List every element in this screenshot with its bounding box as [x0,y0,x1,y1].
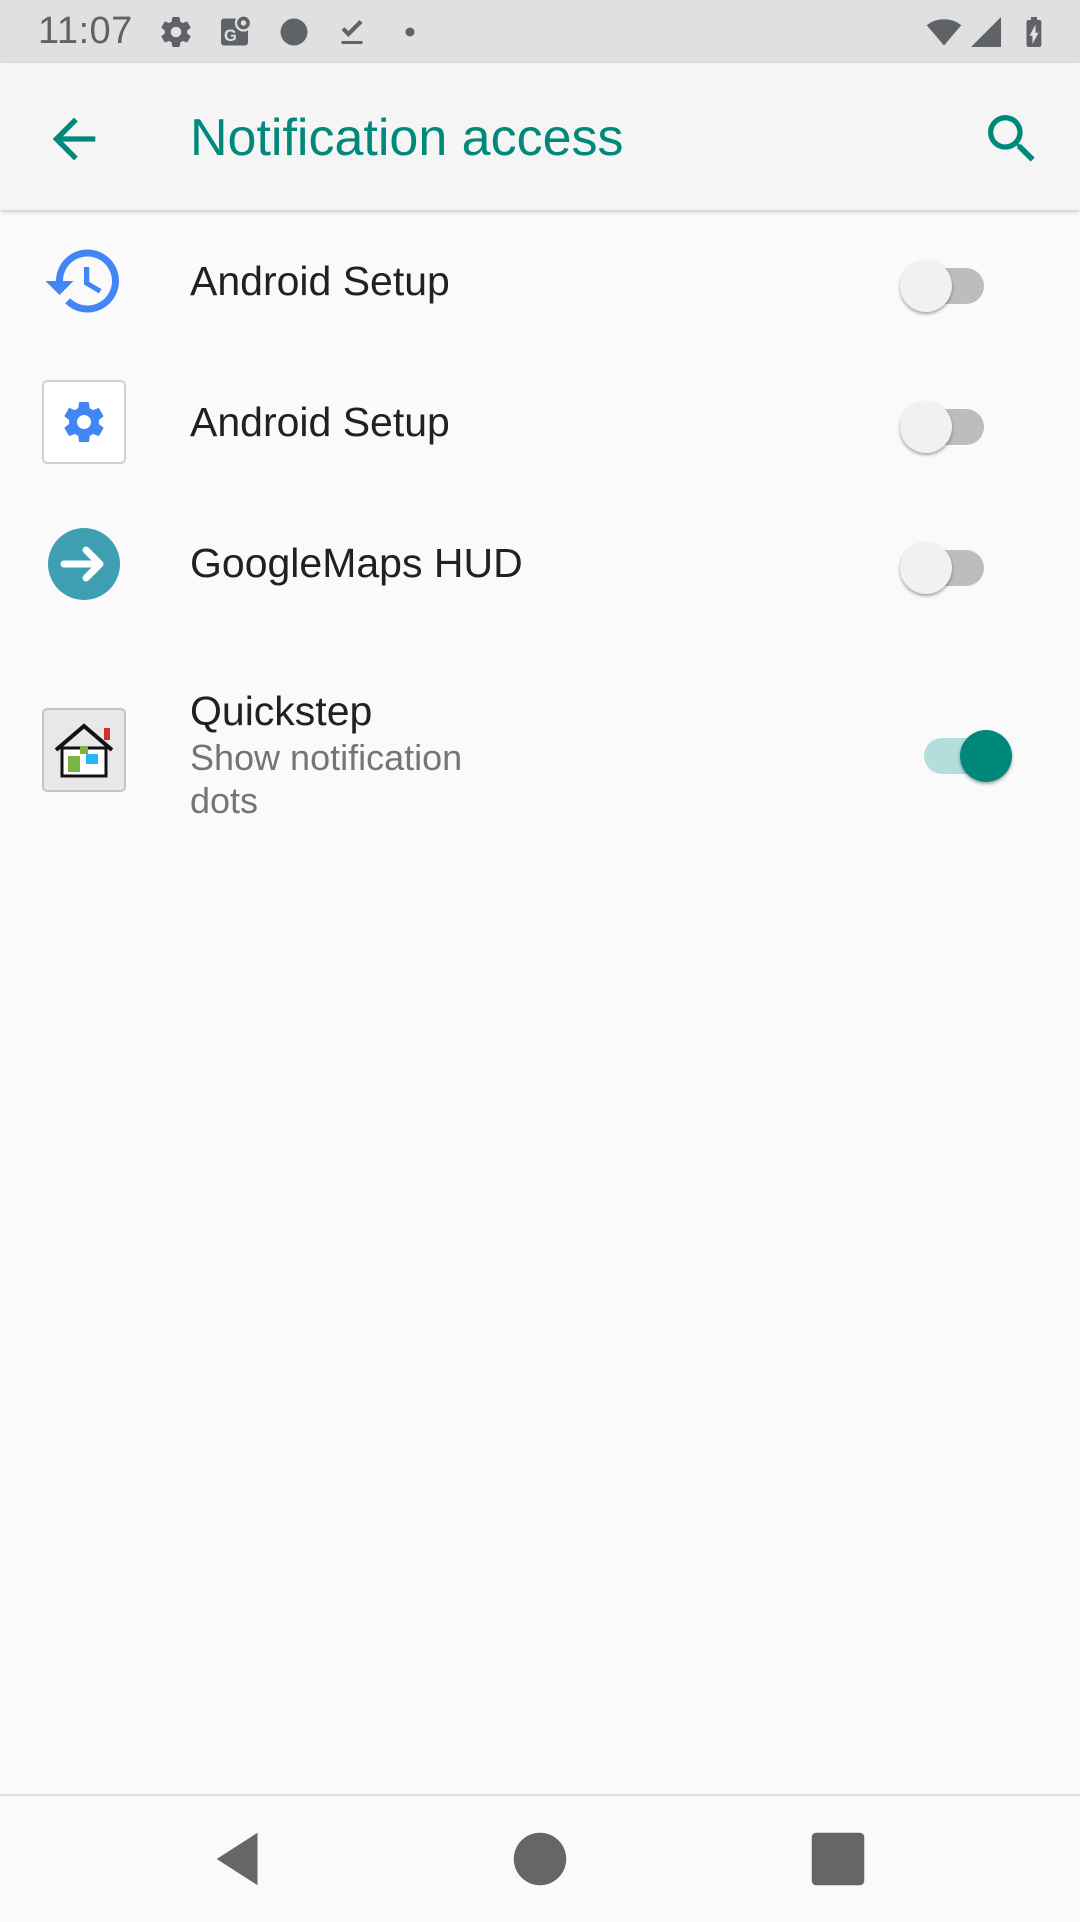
settings-gear-icon [42,380,126,464]
restore-clock-icon [45,249,119,313]
notification-access-toggle[interactable] [916,720,1012,782]
toggle-thumb [900,260,952,312]
list-item-quickstep[interactable]: Quickstep Show notification dots [0,650,1080,850]
svg-text:G: G [224,27,237,45]
back-icon[interactable] [205,1824,275,1894]
app-name: Android Setup [190,258,450,304]
search-icon[interactable] [980,107,1044,171]
toggle-thumb [900,542,952,594]
status-bar: 11:07 G [0,0,1080,63]
notification-access-toggle[interactable] [900,391,996,453]
maps-icon: G [221,14,253,46]
recents-icon[interactable] [803,1824,873,1894]
arrow-circle-icon [48,528,120,600]
page-title: Notification access [190,109,624,167]
wifi-icon [926,19,962,46]
list-item-android-setup-2[interactable]: Android Setup [0,351,1080,492]
cell-signal-icon [971,17,1001,47]
circle-icon [280,18,308,46]
back-arrow-icon[interactable] [40,107,108,171]
status-time: 11:07 [38,10,133,52]
toggle-thumb [900,401,952,453]
dot-icon [405,27,415,37]
gear-icon [161,16,191,47]
list-item-googlemaps-hud[interactable]: GoogleMaps HUD [0,492,1080,633]
battery-charging-icon [1026,17,1042,47]
list-item-android-setup-1[interactable]: Android Setup [0,210,1080,351]
home-icon[interactable] [505,1824,575,1894]
toggle-thumb [960,730,1012,782]
house-icon [42,708,126,792]
notification-access-toggle[interactable] [900,250,996,312]
app-name: Android Setup [190,399,450,445]
download-done-icon [341,20,363,44]
app-name: Quickstep [190,688,373,734]
app-bar: Notification access [0,63,1080,210]
app-summary: Show notification dots [190,737,463,821]
navigation-bar [0,1794,1080,1922]
notification-access-toggle[interactable] [900,532,996,594]
app-name: GoogleMaps HUD [190,540,523,586]
